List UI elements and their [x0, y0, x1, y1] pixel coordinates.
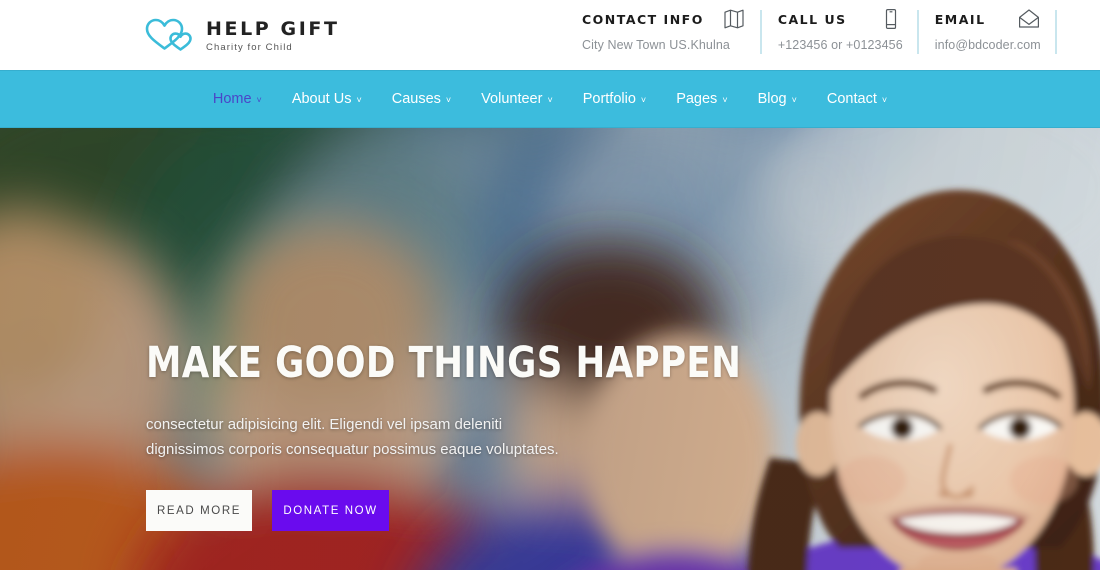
- chevron-down-icon: ˅: [640, 94, 647, 105]
- read-more-button[interactable]: READ MORE: [146, 490, 252, 531]
- nav-item-portfolio-label: Portfolio: [582, 91, 636, 107]
- nav-item-blog[interactable]: Blog ˅: [758, 91, 797, 107]
- contact-email-label: EMAIL: [934, 11, 986, 27]
- contact-address-head: CONTACT INFO: [582, 6, 746, 32]
- nav-item-about-us[interactable]: About Us ˅: [292, 91, 362, 107]
- nav-item-volunteer[interactable]: Volunteer ˅: [481, 91, 553, 107]
- donate-now-button[interactable]: DONATE NOW: [272, 490, 389, 531]
- chevron-down-icon: ˅: [791, 94, 797, 105]
- hero-paragraph: consectetur adipisicing elit. Eligendi v…: [146, 416, 559, 458]
- chevron-down-icon: ˅: [445, 94, 452, 105]
- nav-item-contact-label: Contact: [826, 91, 877, 107]
- mobile-phone-icon: [885, 8, 896, 29]
- contact-address-value: City New Town US.Khulna: [582, 38, 730, 52]
- hero-title: MAKE GOOD THINGS HAPPEN: [146, 338, 742, 388]
- site-header: HELP GIFT Charity for Child CONTACT INFO…: [0, 0, 1100, 70]
- contact-phone-value: +123456 or +0123456: [777, 38, 903, 52]
- header-contact-group: CONTACT INFO City New Town US.Khulna CAL…: [582, 6, 1057, 58]
- contact-block-email[interactable]: EMAIL info@bdcoder.com: [919, 6, 1057, 58]
- nav-item-pages-label: Pages: [676, 91, 718, 107]
- nav-item-home-label: Home: [212, 91, 252, 107]
- hero-content: MAKE GOOD THINGS HAPPEN consectetur adip…: [146, 342, 786, 531]
- contact-address-label: CONTACT INFO: [582, 11, 704, 27]
- contact-block-address[interactable]: CONTACT INFO City New Town US.Khulna: [582, 6, 762, 58]
- nav-item-home[interactable]: Home ˅: [213, 91, 262, 107]
- nav-item-pages[interactable]: Pages ˅: [676, 91, 727, 107]
- hero-banner: MAKE GOOD THINGS HAPPEN consectetur adip…: [0, 128, 1100, 570]
- site-logo[interactable]: HELP GIFT Charity for Child: [142, 15, 340, 55]
- contact-block-phone[interactable]: CALL US +123456 or +0123456: [762, 6, 919, 58]
- chevron-down-icon: ˅: [881, 94, 888, 105]
- logo-tagline: Charity for Child: [206, 41, 293, 53]
- nav-item-causes-label: Causes: [391, 91, 441, 107]
- nav-item-causes[interactable]: Causes ˅: [392, 91, 451, 107]
- main-navigation: Home ˅ About Us ˅ Causes ˅ Volunteer ˅ P…: [0, 70, 1100, 128]
- contact-email-head: EMAIL: [935, 6, 1041, 32]
- map-icon: [724, 9, 744, 29]
- logo-text: HELP GIFT Charity for Child: [206, 18, 340, 53]
- contact-phone-head: CALL US: [778, 6, 903, 32]
- nav-item-blog-label: Blog: [757, 91, 787, 107]
- nav-item-volunteer-label: Volunteer: [481, 91, 543, 107]
- hero-button-group: READ MORE DONATE NOW: [146, 490, 786, 531]
- contact-email-value: info@bdcoder.com: [934, 38, 1041, 52]
- logo-title: HELP GIFT: [206, 17, 340, 40]
- chevron-down-icon: ˅: [722, 94, 728, 105]
- nav-item-portfolio[interactable]: Portfolio ˅: [583, 91, 646, 107]
- nav-list: Home ˅ About Us ˅ Causes ˅ Volunteer ˅ P…: [213, 91, 887, 107]
- double-heart-icon: [145, 18, 192, 51]
- chevron-down-icon: ˅: [256, 94, 262, 105]
- nav-item-contact[interactable]: Contact ˅: [827, 91, 887, 107]
- contact-phone-label: CALL US: [777, 11, 847, 27]
- chevron-down-icon: ˅: [547, 94, 553, 105]
- nav-item-about-us-label: About Us: [291, 91, 352, 107]
- chevron-down-icon: ˅: [356, 94, 362, 105]
- envelope-icon: [1018, 9, 1039, 28]
